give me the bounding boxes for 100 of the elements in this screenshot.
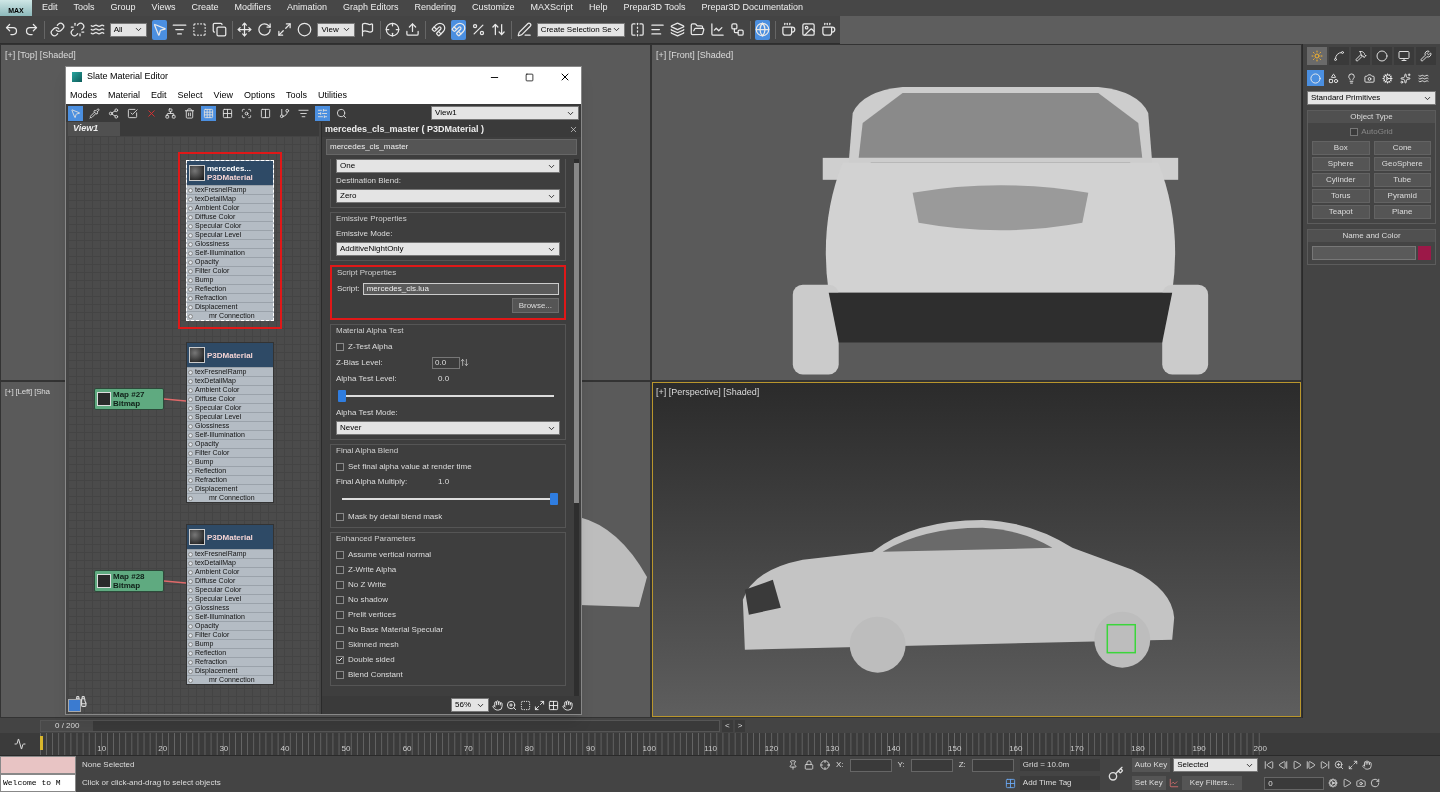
checkbox-label: Blend Constant — [348, 668, 403, 681]
dropdown[interactable]: Zero — [336, 189, 560, 203]
key-filters-button[interactable]: Key Filters... — [1181, 776, 1243, 790]
frame-number: 40 — [280, 743, 290, 755]
primitive-button[interactable]: Sphere — [1312, 157, 1370, 171]
map-node[interactable]: Map #27 Bitmap — [94, 388, 164, 410]
menu-item[interactable]: Tools — [73, 1, 95, 15]
auto-key-button[interactable]: Auto Key — [1131, 758, 1171, 772]
menu-item[interactable]: View — [213, 88, 233, 103]
field-label: Emissive Mode: — [336, 228, 394, 240]
viewport-label[interactable]: [+] [Top] [Shaded] — [2, 46, 79, 63]
menu-item[interactable]: Options — [243, 88, 275, 103]
menu-item[interactable]: Edit — [151, 88, 167, 103]
viewport-label[interactable]: [+] [Left] [Sha — [2, 383, 53, 398]
viewport-label[interactable]: [+] [Perspective] [Shaded] — [653, 383, 763, 400]
menu-item[interactable]: Rendering — [414, 1, 457, 15]
frame-number: 140 — [886, 743, 901, 755]
next-frame-button[interactable]: > — [734, 719, 746, 732]
field-label: Destination Blend: — [336, 175, 402, 187]
frame-number: 70 — [463, 743, 473, 755]
dropdown[interactable]: One — [336, 159, 560, 173]
frame-number: 170 — [1070, 743, 1084, 755]
add-time-tag-button[interactable]: Add Time Tag — [1019, 776, 1100, 790]
menu-item[interactable]: Select — [177, 88, 203, 103]
primitive-button[interactable]: Cylinder — [1312, 173, 1370, 187]
frame-number: 130 — [825, 743, 840, 755]
dropdown[interactable]: Create Selection Se — [536, 22, 625, 37]
primitive-button[interactable]: Torus — [1312, 189, 1370, 203]
menu-item[interactable]: Graph Editors — [342, 1, 399, 15]
coordinate-label: Z: — [958, 759, 966, 771]
frame-number: 60 — [402, 743, 412, 755]
menu-item[interactable]: Customize — [472, 1, 515, 15]
checkbox-label: Prelit vertices — [348, 608, 396, 621]
time-slider[interactable]: 0 / 200 — [40, 719, 720, 732]
node-title: mercedes... — [207, 164, 253, 173]
dropdown[interactable]: Never — [336, 421, 560, 435]
menu-item[interactable]: MAXScript — [530, 1, 574, 15]
menu-item[interactable]: Edit — [42, 1, 58, 15]
frame-number: 100 — [642, 743, 656, 755]
menu-item[interactable]: Views — [151, 1, 176, 15]
primitive-button[interactable]: Teapot — [1312, 205, 1370, 219]
frame-number: 80 — [524, 743, 534, 755]
rollout-title[interactable]: Object Type — [1308, 111, 1435, 123]
menu-item[interactable]: Tools — [285, 88, 307, 103]
node-type: P3DMaterial — [207, 532, 253, 542]
checkbox-label: AutoGrid — [1361, 126, 1393, 138]
frame-number: 150 — [948, 743, 962, 755]
field-label: Alpha Test Level: — [336, 372, 398, 385]
previous-frame-button[interactable]: < — [722, 719, 733, 732]
listener-output[interactable]: Welcome to M — [0, 774, 76, 792]
group-title: Material Alpha Test — [336, 325, 405, 337]
viewport-label[interactable]: [+] [Front] [Shaded] — [653, 46, 737, 63]
selection-status: None Selected — [82, 759, 136, 771]
dropdown[interactable]: All — [109, 22, 147, 37]
frame-number: 200 — [1253, 743, 1267, 755]
time-slider-thumb[interactable]: 0 / 200 — [41, 720, 94, 731]
menu-item[interactable]: Create — [191, 1, 219, 15]
window-title: Slate Material Editor — [87, 70, 170, 84]
group-title: Script Properties — [337, 267, 398, 279]
primitive-button[interactable]: Tube — [1373, 173, 1431, 187]
field-label: Final Alpha Multiply: — [336, 475, 409, 488]
primitive-button[interactable]: Cone — [1373, 141, 1431, 155]
checkbox-label: Set final alpha value at render time — [348, 460, 472, 473]
primitive-button[interactable]: Plane — [1373, 205, 1431, 219]
menu-item[interactable]: Help — [589, 1, 608, 15]
frame-number: 50 — [341, 743, 351, 755]
dropdown[interactable]: View1 — [431, 106, 579, 120]
dropdown[interactable]: Selected — [1173, 758, 1259, 772]
checkbox-label: Skinned mesh — [348, 638, 399, 651]
spinner-field[interactable]: 0.0 — [432, 356, 460, 369]
primitive-button[interactable]: GeoSphere — [1373, 157, 1431, 171]
dropdown[interactable]: AdditiveNightOnly — [336, 242, 560, 256]
field-label: Alpha Test Mode: — [336, 407, 399, 419]
menu-item[interactable]: Material — [108, 88, 141, 103]
input-field[interactable]: mercedes_cls.lua — [362, 283, 559, 295]
view-tab[interactable]: View1 — [68, 122, 120, 136]
browse-button[interactable]: Browse... — [511, 298, 559, 313]
node-type: P3DMaterial — [207, 173, 253, 182]
node-type: P3DMaterial — [207, 350, 253, 360]
menu-item[interactable]: Prepar3D Documentation — [701, 1, 803, 15]
menu-item[interactable]: Group — [110, 1, 136, 15]
field-label: Z-Bias Level: — [336, 356, 384, 369]
dropdown[interactable]: Standard Primitives — [1307, 91, 1436, 105]
rollout-title[interactable]: Name and Color — [1308, 230, 1435, 242]
dropdown[interactable]: View — [317, 22, 355, 37]
set-key-button[interactable]: Set Key — [1131, 776, 1166, 790]
menu-item[interactable]: Prepar3D Tools — [623, 1, 686, 15]
coordinate-label: X: — [836, 759, 844, 771]
menu-item[interactable]: Animation — [286, 1, 327, 15]
menu-item[interactable]: Modes — [70, 88, 97, 103]
frame-field[interactable]: 0 — [1264, 776, 1325, 790]
primitive-button[interactable]: Box — [1312, 141, 1370, 155]
menu-item[interactable]: Utilities — [317, 88, 347, 103]
menu-item[interactable]: Modifiers — [234, 1, 271, 15]
material-name-field[interactable]: mercedes_cls_master — [326, 139, 577, 155]
map-node[interactable]: Map #28 Bitmap — [94, 570, 164, 592]
checkbox-label: No Base Material Specular — [348, 623, 444, 636]
value-text: 1.0 — [438, 475, 450, 488]
dropdown[interactable]: 56% — [451, 698, 489, 712]
primitive-button[interactable]: Pyramid — [1373, 189, 1431, 203]
